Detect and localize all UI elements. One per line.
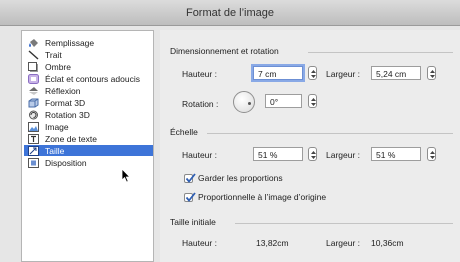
height-stepper[interactable]: [308, 66, 317, 80]
rotation-input[interactable]: 0°: [265, 94, 302, 108]
width-stepper[interactable]: [427, 66, 436, 80]
sidebar-item-ombre[interactable]: Ombre: [24, 61, 153, 72]
sidebar-item-format-3d[interactable]: Format 3D: [24, 97, 153, 108]
size-settings-panel: Dimensionnement et rotation Hauteur : 7 …: [160, 30, 460, 262]
sidebar-item-reflexion[interactable]: Réflexion: [24, 85, 153, 96]
format-3d-icon: [28, 98, 39, 108]
sidebar-item-disposition[interactable]: Disposition: [24, 157, 153, 168]
lock-aspect-checkbox[interactable]: [184, 173, 196, 183]
layout-icon: [28, 157, 39, 168]
width-input[interactable]: 5,24 cm: [371, 66, 421, 80]
sidebar-item-rotation-3d[interactable]: Rotation 3D: [24, 109, 153, 120]
scale-width-stepper[interactable]: [427, 147, 436, 161]
category-sidebar: Remplissage Trait Ombre Éclat et contour…: [21, 30, 154, 262]
height-input[interactable]: 7 cm: [253, 66, 303, 80]
rotation-dial[interactable]: [233, 91, 255, 113]
lock-aspect-label[interactable]: Garder les proportions: [198, 173, 283, 183]
shadow-icon: [28, 61, 39, 72]
paint-bucket-icon: [28, 38, 39, 48]
sidebar-item-label: Remplissage: [45, 37, 95, 48]
reflection-icon: [28, 86, 39, 96]
line-icon: [28, 49, 39, 60]
image-icon: [28, 121, 39, 132]
scale-width-label: Largeur :: [326, 150, 361, 160]
sidebar-item-label: Taille: [45, 145, 65, 156]
sidebar-item-label: Ombre: [45, 61, 71, 72]
scale-height-stepper[interactable]: [308, 147, 317, 161]
sidebar-item-image[interactable]: Image: [24, 121, 153, 132]
sidebar-item-label: Éclat et contours adoucis: [45, 73, 140, 84]
window-title: Format de l’image: [185, 7, 275, 19]
mouse-pointer-icon: [121, 168, 131, 185]
sizing-section-title: Dimensionnement et rotation: [170, 46, 279, 56]
sidebar-item-zone-de-texte[interactable]: Zone de texte: [24, 133, 153, 144]
original-size-section-title: Taille initiale: [170, 217, 216, 227]
section-divider: [207, 133, 453, 134]
sidebar-item-trait[interactable]: Trait: [24, 49, 153, 60]
size-icon: [28, 145, 39, 156]
original-height-label: Hauteur :: [182, 238, 217, 248]
sidebar-item-label: Image: [45, 121, 69, 132]
original-height-value: 13,82cm: [256, 238, 289, 248]
height-label: Hauteur :: [182, 69, 217, 79]
sidebar-item-eclat[interactable]: Éclat et contours adoucis: [24, 73, 153, 84]
rotation-dial-indicator: [248, 102, 251, 105]
scale-height-input[interactable]: 51 %: [253, 147, 303, 161]
width-label: Largeur :: [326, 69, 361, 79]
sidebar-item-label: Rotation 3D: [45, 109, 90, 120]
rotation-label: Rotation :: [182, 99, 219, 109]
glow-icon: [28, 73, 39, 84]
sidebar-item-label: Trait: [45, 49, 62, 60]
sidebar-item-remplissage[interactable]: Remplissage: [24, 37, 153, 48]
section-divider: [235, 223, 453, 224]
relative-to-original-checkbox[interactable]: [184, 192, 196, 202]
section-divider: [308, 52, 453, 53]
scale-width-input[interactable]: 51 %: [371, 147, 421, 161]
sidebar-item-label: Réflexion: [45, 85, 81, 96]
rotation-stepper[interactable]: [308, 94, 317, 108]
format-image-window: Format de l’image Remplissage Trait Ombr…: [0, 0, 460, 262]
sidebar-item-label: Zone de texte: [45, 133, 97, 144]
relative-to-original-label[interactable]: Proportionnelle à l’image d’origine: [198, 192, 326, 202]
text-box-icon: [28, 133, 39, 144]
scale-section-title: Échelle: [170, 127, 198, 137]
title-bar[interactable]: Format de l’image: [0, 0, 460, 26]
sidebar-item-label: Disposition: [45, 157, 87, 168]
original-width-label: Largeur :: [326, 238, 361, 248]
scale-height-label: Hauteur :: [182, 150, 217, 160]
sidebar-item-label: Format 3D: [45, 97, 86, 108]
original-width-value: 10,36cm: [371, 238, 404, 248]
sidebar-item-taille[interactable]: Taille: [24, 145, 153, 156]
rotation-3d-icon: [28, 110, 39, 120]
